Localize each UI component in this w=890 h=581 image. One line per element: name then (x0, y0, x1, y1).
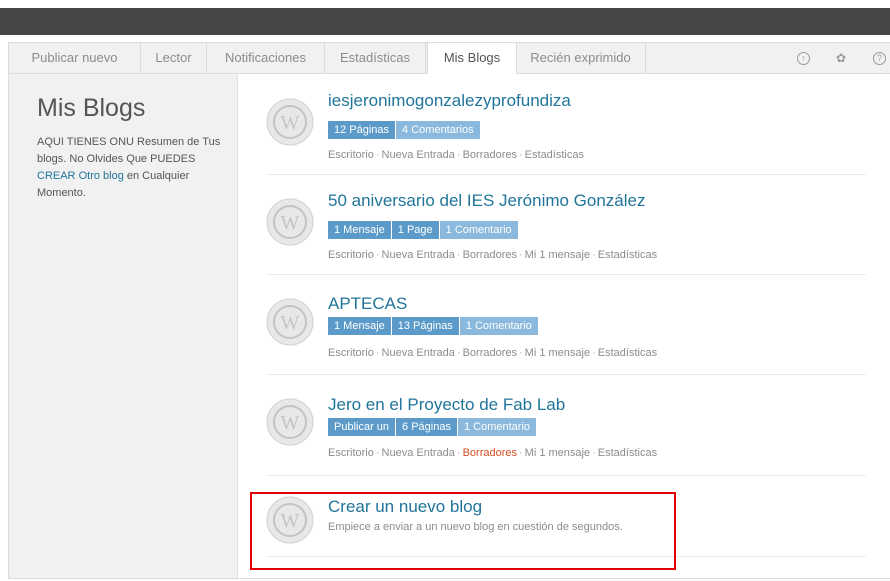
estadisticas-link[interactable]: Estadísticas (598, 249, 657, 261)
description-text: AQUI TIENES ONU Resumen de Tus blogs. No… (37, 136, 221, 165)
posts-badge[interactable]: Publicar un (328, 418, 396, 436)
tab-publicar-nuevo[interactable]: Publicar nuevo (9, 43, 141, 73)
gear-icon[interactable]: ✿ (832, 49, 850, 67)
borradores-link[interactable]: Borradores (463, 447, 517, 459)
blog-item: W iesjeronimogonzalezyprofundiza 12 Pági… (266, 74, 866, 175)
nueva-entrada-link[interactable]: Nueva Entrada (382, 149, 455, 161)
tab-notificaciones[interactable]: Notificaciones (207, 43, 325, 73)
borradores-link[interactable]: Borradores (463, 149, 517, 161)
separator: · (519, 149, 523, 161)
blog-actions: Escritorio · Nueva Entrada · Borradores · Mi 1… (328, 447, 657, 459)
pages-badge[interactable]: 12 Páginas (328, 121, 396, 139)
comments-badge[interactable]: 1 Comentario (459, 317, 538, 335)
separator: · (456, 149, 461, 161)
mis-mensajes-link[interactable]: Mi 1 mensaje (525, 249, 590, 261)
separator: · (456, 249, 461, 261)
blog-stats: 12 Páginas 4 Comentarios (328, 121, 480, 139)
blog-stats: Publicar un 6 Páginas 1 Comentario (328, 418, 537, 436)
pages-badge[interactable]: 1 Page (391, 221, 439, 239)
tab-recien-exprimido[interactable]: Recién exprimido (516, 43, 646, 73)
blog-title[interactable]: iesjeronimogonzalezyprofundiza (328, 91, 571, 111)
nueva-entrada-link[interactable]: Nueva Entrada (382, 249, 455, 261)
escritorio-link[interactable]: Escritorio (328, 347, 374, 359)
sidebar-description: AQUI TIENES ONU Resumen de Tus blogs. No… (37, 134, 227, 202)
blog-title[interactable]: APTECAS (328, 294, 407, 314)
estadisticas-link[interactable]: Estadísticas (598, 347, 657, 359)
separator: · (375, 249, 380, 261)
comments-badge[interactable]: 4 Comentarios (396, 121, 480, 139)
svg-text:W: W (281, 312, 300, 334)
blog-item: W Jero en el Proyecto de Fab Lab Publica… (266, 375, 866, 476)
svg-text:W: W (281, 112, 300, 134)
separator: · (592, 447, 596, 459)
separator: · (519, 347, 523, 359)
separator: · (375, 149, 380, 161)
nueva-entrada-link[interactable]: Nueva Entrada (382, 447, 455, 459)
svg-text:W: W (281, 412, 300, 434)
otro-blog-link[interactable]: Otro blog (79, 170, 124, 182)
tab-lector[interactable]: Lector (141, 43, 207, 73)
separator: · (519, 447, 523, 459)
posts-badge[interactable]: 1 Mensaje (328, 221, 391, 239)
separator: · (375, 347, 380, 359)
mis-mensajes-link[interactable]: Mi 1 mensaje (525, 347, 590, 359)
help-icon[interactable]: ? (873, 52, 886, 65)
escritorio-link[interactable]: Escritorio (328, 149, 374, 161)
wordpress-icon: W (266, 298, 314, 346)
separator: · (519, 249, 523, 261)
wordpress-icon: W (266, 398, 314, 446)
blog-actions: Escritorio · Nueva Entrada · Borradores · Esta… (328, 149, 584, 161)
crear-link[interactable]: CREAR (37, 170, 76, 182)
comments-badge[interactable]: 1 Comentario (439, 221, 518, 239)
separator: · (375, 447, 380, 459)
separator: · (456, 447, 461, 459)
svg-text:W: W (281, 212, 300, 234)
separator: · (456, 347, 461, 359)
estadisticas-link[interactable]: Estadísticas (525, 149, 584, 161)
blog-stats: 1 Mensaje 13 Páginas 1 Comentario (328, 317, 538, 335)
separator: · (592, 249, 596, 261)
tab-estadisticas[interactable]: Estadísticas (325, 43, 426, 73)
blog-actions: Escritorio · Nueva Entrada · Borradores · Mi 1… (328, 249, 657, 261)
sidebar: Mis Blogs AQUI TIENES ONU Resumen de Tus… (9, 74, 238, 578)
escritorio-link[interactable]: Escritorio (328, 447, 374, 459)
wordpress-icon: W (266, 98, 314, 146)
page-title: Mis Blogs (37, 94, 146, 122)
blog-title[interactable]: 50 aniversario del IES Jerónimo González (328, 191, 646, 211)
separator: · (592, 347, 596, 359)
blog-actions: Escritorio · Nueva Entrada · Borradores · Mi 1… (328, 347, 657, 359)
blog-stats: 1 Mensaje 1 Page 1 Comentario (328, 221, 518, 239)
blog-item: W APTECAS 1 Mensaje 13 Páginas 1 Comenta… (266, 274, 866, 375)
upload-icon[interactable]: ↑ (797, 52, 810, 65)
tab-bar: Publicar nuevo Lector Notificaciones Est… (9, 43, 890, 74)
blog-title[interactable]: Jero en el Proyecto de Fab Lab (328, 395, 565, 415)
mis-mensajes-link[interactable]: Mi 1 mensaje (525, 447, 590, 459)
highlight-box (250, 492, 676, 570)
estadisticas-link[interactable]: Estadísticas (598, 447, 657, 459)
pages-badge[interactable]: 6 Páginas (396, 418, 457, 436)
admin-bar (0, 8, 890, 35)
comments-badge[interactable]: 1 Comentario (457, 418, 537, 436)
tab-mis-blogs[interactable]: Mis Blogs (427, 43, 517, 74)
wordpress-icon: W (266, 198, 314, 246)
borradores-link[interactable]: Borradores (463, 347, 517, 359)
escritorio-link[interactable]: Escritorio (328, 249, 374, 261)
borradores-link[interactable]: Borradores (463, 249, 517, 261)
nueva-entrada-link[interactable]: Nueva Entrada (382, 347, 455, 359)
blog-item: W 50 aniversario del IES Jerónimo Gonzál… (266, 174, 866, 275)
posts-badge[interactable]: 1 Mensaje (328, 317, 391, 335)
pages-badge[interactable]: 13 Páginas (391, 317, 459, 335)
